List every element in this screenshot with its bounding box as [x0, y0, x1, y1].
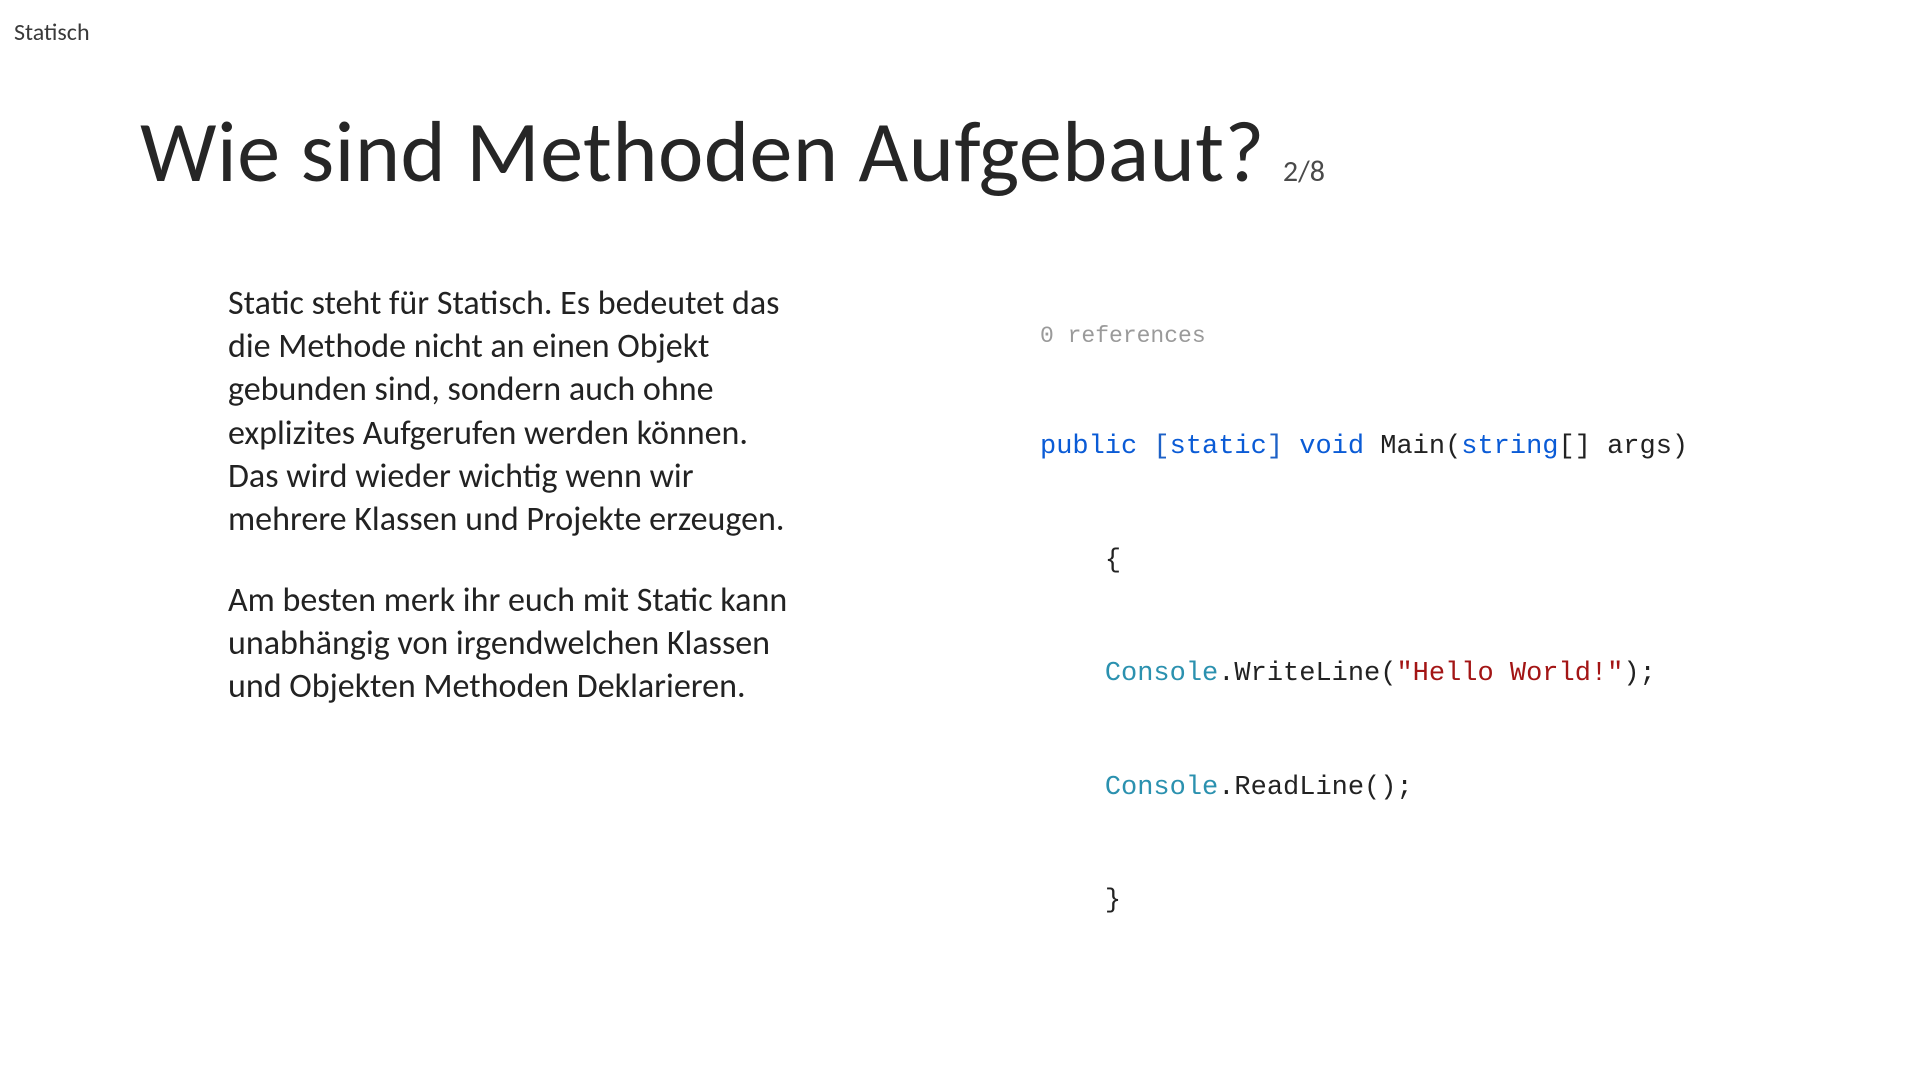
call-readline: .ReadLine(); — [1218, 773, 1412, 803]
brace-open: { — [1105, 546, 1121, 576]
code-line-signature: public [static] void Main(string[] args) — [1040, 429, 1688, 467]
keyword-public: public — [1040, 432, 1137, 462]
code-line-readline: Console.ReadLine(); — [1040, 770, 1688, 808]
body-text: Static steht für Statisch. Es bedeutet d… — [228, 282, 788, 709]
params-close: ) — [1672, 432, 1688, 462]
page-indicator: 2/8 — [1283, 153, 1325, 190]
slide-title: Wie sind Methoden Aufgebaut? — [140, 100, 1265, 205]
code-line-brace-open: { — [1040, 543, 1688, 581]
class-console-2: Console — [1105, 773, 1218, 803]
top-section-label: Statisch — [14, 18, 90, 47]
code-example: 0 references public [static] void Main(s… — [1040, 244, 1688, 959]
code-line-writeline: Console.WriteLine("Hello World!"); — [1040, 656, 1688, 694]
keyword-static: static — [1170, 432, 1267, 462]
code-references-label: 0 references — [1040, 320, 1688, 352]
keyword-array-brackets: [] — [1559, 432, 1591, 462]
body-paragraph-2: Am besten merk ihr euch mit Static kann … — [228, 579, 788, 709]
keyword-void: void — [1299, 432, 1364, 462]
title-row: Wie sind Methoden Aufgebaut? 2/8 — [140, 100, 1325, 205]
keyword-string: string — [1461, 432, 1558, 462]
code-line-brace-close: } — [1040, 883, 1688, 921]
call-writeline-end: ); — [1623, 659, 1655, 689]
brace-close: } — [1105, 886, 1121, 916]
method-name: Main — [1380, 432, 1445, 462]
params-open: ( — [1445, 432, 1461, 462]
class-console-1: Console — [1105, 659, 1218, 689]
param-name: args — [1591, 432, 1672, 462]
body-paragraph-1: Static steht für Statisch. Es bedeutet d… — [228, 282, 788, 541]
call-writeline: .WriteLine( — [1218, 659, 1396, 689]
highlight-bracket-open: [ — [1153, 432, 1169, 462]
highlight-bracket-close: ] — [1267, 432, 1283, 462]
string-hello-world: "Hello World!" — [1396, 659, 1623, 689]
